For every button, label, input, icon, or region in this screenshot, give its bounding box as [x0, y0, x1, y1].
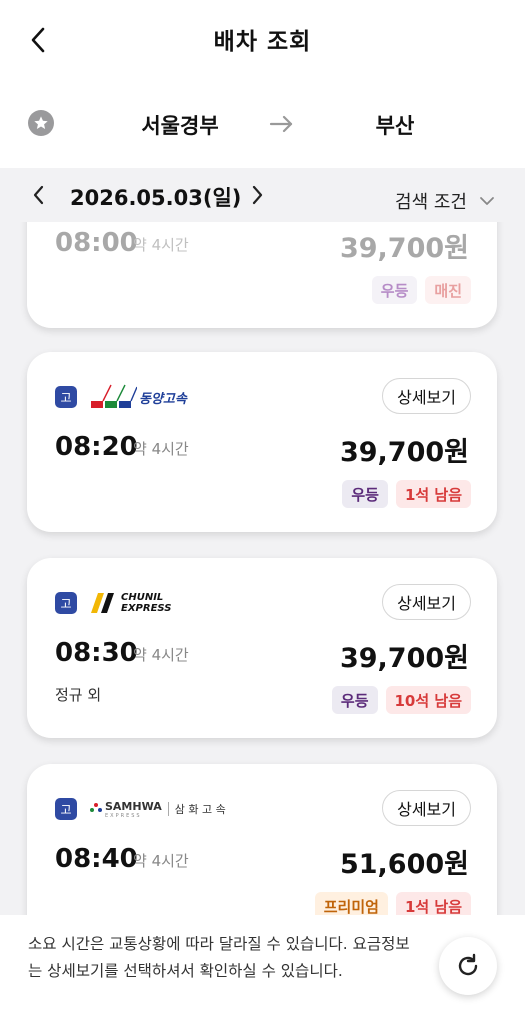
seats-badge: 1석 남음 — [395, 480, 471, 508]
chevron-down-icon — [480, 197, 494, 205]
bus-schedule-list: 08:00 약 4시간 39,700원 우등 매진 고 동양고속 상세보기 08… — [0, 222, 525, 915]
grade-badge: 우등 — [331, 686, 378, 714]
schedule-card[interactable]: 08:00 약 4시간 39,700원 우등 매진 — [27, 222, 497, 328]
tag-group: 우등 매진 — [371, 276, 471, 304]
duration: 약 4시간 — [133, 646, 189, 664]
schedule-card[interactable]: 고 SAMHWA EXPRESS 삼 화 고 속 상세보기 08:40 약 4시… — [27, 764, 497, 915]
favorite-button[interactable] — [28, 110, 54, 136]
detail-button[interactable]: 상세보기 — [382, 378, 471, 414]
seats-badge: 1석 남음 — [395, 892, 471, 915]
route-bar: 서울경부 부산 — [0, 82, 525, 168]
company-logo: 동양고속 — [89, 380, 187, 414]
company-wordmark: SAMHWA EXPRESS — [105, 800, 162, 819]
dongyang-logo-icon — [91, 384, 137, 408]
departure-time: 08:20 — [55, 432, 138, 462]
refresh-button[interactable] — [439, 937, 497, 995]
grade-badge: 프리미엄 — [314, 892, 388, 915]
samhwa-logo-icon — [90, 803, 102, 812]
footer-panel: 소요 시간은 교통상황에 따라 달라질 수 있습니다. 요금정보는 상세보기를 … — [0, 915, 525, 1024]
departure-time: 08:40 — [55, 844, 138, 874]
refresh-icon — [458, 953, 478, 976]
detail-button[interactable]: 상세보기 — [382, 584, 471, 620]
express-type-badge: 고 — [55, 592, 77, 614]
logo-divider — [167, 802, 169, 816]
route-note: 정규 외 — [55, 686, 102, 704]
duration: 약 4시간 — [133, 852, 189, 870]
chevron-right-icon — [252, 185, 263, 205]
company-name: CHUNIL EXPRESS — [121, 592, 172, 614]
company-subname: EXPRESS — [105, 812, 142, 819]
tag-group: 우등 10석 남음 — [331, 686, 471, 714]
next-date-button[interactable] — [250, 184, 272, 208]
chunil-logo-icon — [91, 593, 114, 613]
footer-notice: 소요 시간은 교통상황에 따라 달라질 수 있습니다. 요금정보는 상세보기를 … — [28, 935, 410, 980]
duration: 약 4시간 — [133, 236, 189, 254]
search-condition-button[interactable]: 검색 조건 — [395, 188, 495, 214]
departure-time: 08:00 — [55, 228, 138, 258]
departure-terminal[interactable]: 서울경부 — [110, 110, 250, 140]
previous-date-button[interactable] — [32, 184, 54, 208]
date-bar: 2026.05.03(일) 검색 조건 — [0, 168, 525, 222]
company-name: SAMHWA — [105, 799, 162, 813]
express-type-badge: 고 — [55, 386, 77, 408]
grade-badge: 우등 — [371, 276, 418, 304]
selected-date: 2026.05.03(일) — [70, 186, 242, 210]
fare: 51,600원 — [339, 849, 469, 880]
grade-badge: 우등 — [342, 480, 388, 508]
fare: 39,700원 — [339, 643, 469, 674]
company-name-korean: 삼 화 고 속 — [174, 803, 226, 816]
fare: 39,700원 — [339, 437, 469, 468]
express-type-badge: 고 — [55, 798, 77, 820]
tag-group: 우등 1석 남음 — [342, 480, 471, 508]
search-condition-label: 검색 조건 — [395, 192, 467, 213]
seats-badge: 10석 남음 — [385, 686, 471, 714]
schedule-card[interactable]: 고 동양고속 상세보기 08:20 약 4시간 39,700원 우등 1석 남음 — [27, 352, 497, 532]
detail-button[interactable]: 상세보기 — [382, 790, 471, 826]
arrival-terminal[interactable]: 부산 — [330, 110, 460, 140]
departure-time: 08:30 — [55, 638, 138, 668]
page-title: 배차 조회 — [213, 29, 312, 55]
seats-badge: 매진 — [425, 276, 471, 304]
fare: 39,700원 — [339, 233, 469, 264]
arrow-right-icon — [269, 115, 293, 133]
top-bar: 배차 조회 — [0, 0, 525, 82]
duration: 약 4시간 — [133, 440, 189, 458]
company-logo: SAMHWA EXPRESS 삼 화 고 속 — [89, 792, 226, 826]
schedule-card[interactable]: 고 CHUNIL EXPRESS 상세보기 08:30 약 4시간 39,700… — [27, 558, 497, 738]
star-icon — [34, 116, 48, 129]
chevron-left-icon — [33, 185, 44, 205]
company-logo: CHUNIL EXPRESS — [89, 586, 179, 620]
tag-group: 프리미엄 1석 남음 — [314, 892, 471, 915]
company-name: 동양고속 — [139, 391, 187, 407]
